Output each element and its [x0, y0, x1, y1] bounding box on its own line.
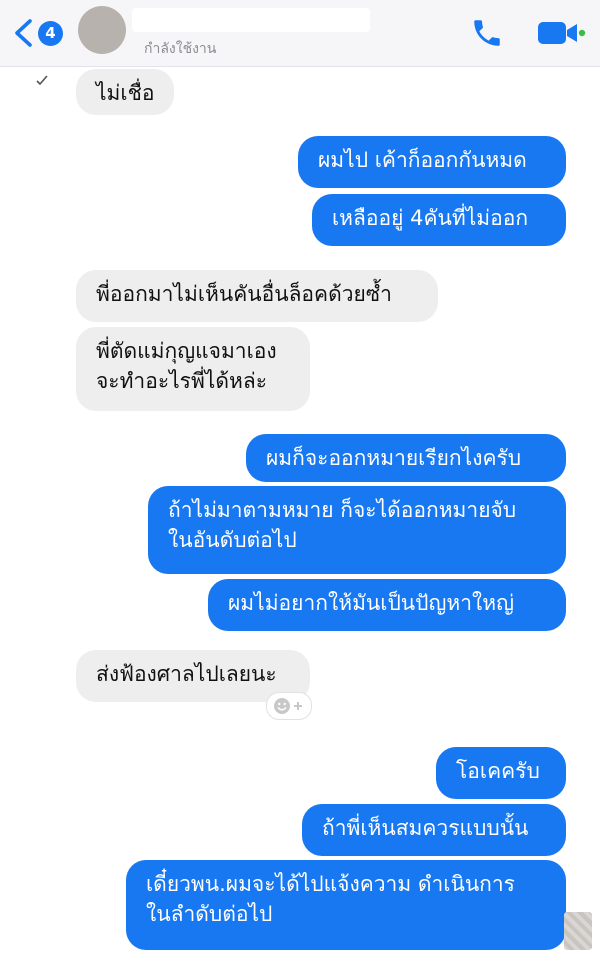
video-camera-icon[interactable]	[536, 19, 586, 47]
message-text-line: เดี๋ยวพน.ผมจะได้ไปแจ้งความ ดำเนินการ	[146, 872, 515, 896]
message-bubble-outgoing[interactable]: ผมไป เค้าก็ออกกันหมด	[298, 136, 566, 188]
message-bubble-outgoing[interactable]: เดี๋ยวพน.ผมจะได้ไปแจ้งความ ดำเนินการ ในล…	[126, 860, 566, 950]
message-text-line: ในลำดับต่อไป	[146, 902, 273, 926]
message-text-line: ในอันดับต่อไป	[168, 528, 297, 552]
message-text: ถ้าพี่เห็นสมควรแบบนั้น	[322, 816, 529, 840]
unread-count-badge[interactable]: 4	[38, 21, 63, 46]
message-bubble-outgoing[interactable]: ถ้าไม่มาตามหมาย ก็จะได้ออกหมายจับ ในอันด…	[148, 486, 566, 574]
contact-status: กำลังใช้งาน	[144, 41, 217, 57]
message-text-line: จะทำอะไรพี่ได้หล่ะ	[96, 369, 267, 393]
emoji-reaction-icon	[274, 698, 302, 714]
message-bubble-outgoing[interactable]: เหลืออยู่ 4คันที่ไม่ออก	[312, 194, 566, 246]
add-reaction-button[interactable]	[266, 692, 312, 720]
chat-header: 4 กำลังใช้งาน	[0, 0, 600, 67]
message-text: เหลืออยู่ 4คันที่ไม่ออก	[332, 206, 529, 230]
message-text-line: ถ้าไม่มาตามหมาย ก็จะได้ออกหมายจับ	[168, 498, 517, 522]
message-text: พี่ออกมาไม่เห็นคันอื่นล็อคด้วยซ้ำ	[96, 282, 392, 306]
message-text: ผมไป เค้าก็ออกกันหมด	[318, 148, 527, 172]
phone-icon[interactable]	[470, 16, 504, 50]
chevron-left-icon[interactable]	[12, 18, 34, 48]
message-bubble-outgoing[interactable]: ผมก็จะออกหมายเรียกไงครับ	[246, 434, 566, 482]
message-bubble-incoming[interactable]: ไม่เชื่อ	[76, 69, 174, 115]
message-bubble-outgoing[interactable]: โอเคครับ	[436, 747, 566, 799]
message-bubble-incoming[interactable]: พี่ตัดแม่กุญแจมาเอง จะทำอะไรพี่ได้หล่ะ	[76, 327, 310, 411]
read-receipt-thumbnail	[564, 912, 592, 950]
sent-tick-icon	[36, 75, 48, 85]
message-text-line: พี่ตัดแม่กุญแจมาเอง	[96, 339, 277, 363]
message-text: ผมไม่อยากให้มันเป็นปัญหาใหญ่	[228, 591, 514, 615]
contact-name-redacted[interactable]	[132, 8, 370, 32]
contact-avatar[interactable]	[78, 6, 126, 54]
message-text: ไม่เชื่อ	[96, 81, 155, 105]
message-bubble-outgoing[interactable]: ผมไม่อยากให้มันเป็นปัญหาใหญ่	[208, 579, 566, 631]
message-text: โอเคครับ	[456, 759, 540, 783]
message-bubble-outgoing[interactable]: ถ้าพี่เห็นสมควรแบบนั้น	[302, 804, 566, 856]
message-text: ส่งฟ้องศาลไปเลยนะ	[96, 662, 277, 686]
message-bubble-incoming[interactable]: พี่ออกมาไม่เห็นคันอื่นล็อคด้วยซ้ำ	[76, 270, 438, 322]
message-text: ผมก็จะออกหมายเรียกไงครับ	[266, 446, 522, 470]
